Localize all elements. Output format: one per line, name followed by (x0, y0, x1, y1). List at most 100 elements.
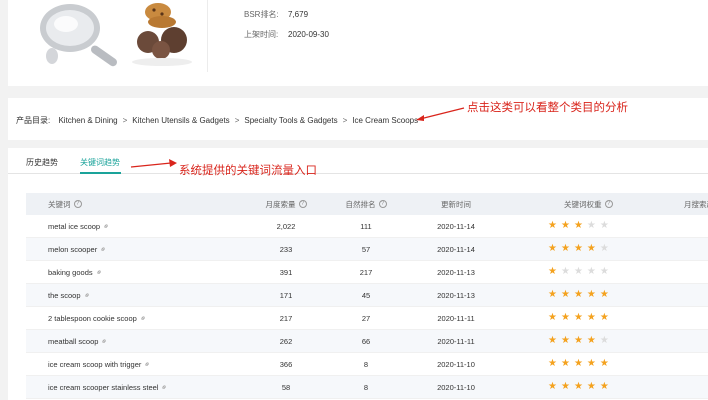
category-breadcrumb: 产品目录: Kitchen & Dining > Kitchen Utensils … (16, 115, 418, 126)
weight-cell: ★ ★ ★ ★ ★ (546, 353, 609, 375)
rank-cell: 111 (360, 221, 372, 231)
keyword-link[interactable]: meatball scoop (48, 337, 98, 346)
star-icon: ★ (548, 289, 557, 300)
star-icon: ★ (548, 358, 557, 369)
keyword-cell: meatball scoop ⚭ (48, 330, 110, 352)
help-icon[interactable]: ? (298, 200, 307, 208)
keyword-link[interactable]: melon scooper (48, 245, 97, 254)
trend-cell (684, 353, 708, 375)
trend-cell (684, 284, 708, 306)
trend-cell (684, 261, 708, 283)
star-icon: ★ (548, 243, 557, 254)
link-icon[interactable]: ⚭ (98, 243, 109, 254)
keyword-weight-stars: ★ ★ ★ ★ ★ (548, 313, 609, 323)
page: BSR排名: 7,679 上架时间: 2020-09-30 产品目录: Kitche… (0, 0, 708, 400)
weight-cell: ★ ★ ★ ★ ★ (546, 215, 609, 237)
volume-cell: 58 (281, 382, 291, 392)
weight-cell: ★ ★ ★ ★ ★ (546, 284, 609, 306)
link-icon[interactable]: ⚭ (138, 312, 149, 323)
link-icon[interactable]: ⚭ (99, 335, 110, 346)
star-icon: ★ (573, 220, 583, 231)
keyword-link[interactable]: ice cream scoop with trigger (48, 360, 141, 369)
bsr-row: BSR排名: 7,679 (244, 9, 308, 20)
keyword-link[interactable]: the scoop (48, 291, 81, 300)
table-row: meatball scoop ⚭ 262 66 2020-11-11 ★ ★ ★ ★ ★ (26, 330, 708, 353)
category-label: 产品目录: (16, 116, 51, 125)
help-icon[interactable]: ? (378, 200, 387, 208)
keyword-weight-stars: ★ ★ ★ ★ ★ (548, 244, 609, 254)
keyword-weight-stars: ★ ★ ★ ★ ★ (548, 290, 609, 300)
breadcrumb-item-kitchen-dining[interactable]: Kitchen & Dining (58, 116, 117, 125)
table-row: baking goods ⚭ 391 217 2020-11-13 ★ ★ ★ ★ ★ (26, 261, 708, 284)
table-row: ice cream scooper stainless steel ⚭ 58 8 … (26, 376, 708, 399)
star-icon: ★ (586, 358, 596, 369)
updated-cell: 2020-11-10 (437, 359, 475, 369)
table-row: metal ice scoop ⚭ 2,022 111 2020-11-14 ★ ★… (26, 215, 708, 238)
star-icon: ★ (586, 266, 596, 277)
listed-label: 上架时间: (244, 30, 279, 39)
rank-cell: 57 (361, 244, 371, 254)
star-icon: ★ (599, 243, 609, 254)
keyword-link[interactable]: metal ice scoop (48, 222, 100, 231)
header-weight: 关键词权重? (564, 193, 613, 215)
keyword-cell: metal ice scoop ⚭ (48, 215, 112, 237)
link-icon[interactable]: ⚭ (101, 220, 112, 231)
updated-cell: 2020-11-13 (437, 290, 475, 300)
link-icon[interactable]: ⚭ (159, 381, 170, 392)
breadcrumb-item-kitchen-utensils[interactable]: Kitchen Utensils & Gadgets (132, 116, 229, 125)
listed-row: 上架时间: 2020-09-30 (244, 29, 329, 40)
trend-cell (684, 330, 708, 352)
star-icon: ★ (599, 289, 609, 300)
tab-bar: 历史趋势 关键词趋势 (8, 148, 708, 174)
rank-cell: 217 (359, 267, 373, 277)
keyword-cell: ice cream scooper stainless steel ⚭ (48, 376, 170, 398)
link-icon[interactable]: ⚭ (93, 266, 104, 277)
star-icon: ★ (560, 335, 570, 346)
keyword-cell: melon scooper ⚭ (48, 238, 109, 260)
listed-value: 2020-09-30 (288, 30, 329, 39)
help-icon[interactable]: ? (604, 200, 613, 208)
star-icon: ★ (560, 312, 570, 323)
star-icon: ★ (560, 243, 570, 254)
table-header: 关键词? 月度索量? 自然排名? 更新时间 关键词权重? 月搜索趋 (26, 193, 708, 215)
help-icon[interactable]: ? (73, 200, 82, 208)
table-row: the scoop ⚭ 171 45 2020-11-13 ★ ★ ★ ★ ★ (26, 284, 708, 307)
keyword-weight-stars: ★ ★ ★ ★ ★ (548, 336, 609, 346)
updated-cell: 2020-11-11 (437, 336, 475, 346)
star-icon: ★ (586, 335, 596, 346)
star-icon: ★ (599, 266, 609, 277)
table-row: 2 tablespoon cookie scoop ⚭ 217 27 2020-1… (26, 307, 708, 330)
keyword-cell: ice cream scoop with trigger ⚭ (48, 353, 153, 375)
category-annotation-arrow-icon (416, 107, 465, 121)
star-icon: ★ (586, 243, 596, 254)
header-volume: 月度索量? (256, 193, 316, 215)
tab-keyword-trend[interactable]: 关键词趋势 (80, 157, 120, 168)
keyword-link[interactable]: 2 tablespoon cookie scoop (48, 314, 137, 323)
bsr-value: 7,679 (288, 10, 309, 19)
keyword-annotation-arrow-icon (130, 159, 177, 168)
link-icon[interactable]: ⚭ (142, 358, 153, 369)
header-updated: 更新时间 (441, 199, 471, 209)
star-icon: ★ (599, 358, 609, 369)
star-icon: ★ (560, 266, 570, 277)
keyword-weight-stars: ★ ★ ★ ★ ★ (548, 267, 609, 277)
star-icon: ★ (560, 289, 570, 300)
link-icon[interactable]: ⚭ (81, 289, 92, 300)
breadcrumb-separator: > (234, 116, 240, 125)
updated-cell: 2020-11-13 (437, 267, 475, 277)
updated-cell: 2020-11-14 (437, 244, 475, 254)
star-icon: ★ (573, 289, 583, 300)
tab-history-trend[interactable]: 历史趋势 (26, 157, 58, 168)
keyword-link[interactable]: ice cream scooper stainless steel (48, 383, 158, 392)
star-icon: ★ (573, 266, 583, 277)
star-icon: ★ (586, 312, 596, 323)
rank-cell: 8 (363, 359, 369, 369)
breadcrumb-item-ice-cream-scoops[interactable]: Ice Cream Scoops (352, 116, 418, 125)
bsr-label: BSR排名: (244, 10, 279, 19)
keyword-link[interactable]: baking goods (48, 268, 93, 277)
volume-cell: 233 (279, 244, 293, 254)
keyword-table: 关键词? 月度索量? 自然排名? 更新时间 关键词权重? 月搜索趋 metal … (26, 193, 708, 399)
star-icon: ★ (586, 289, 596, 300)
star-icon: ★ (599, 381, 609, 392)
breadcrumb-item-specialty-tools[interactable]: Specialty Tools & Gadgets (244, 116, 337, 125)
